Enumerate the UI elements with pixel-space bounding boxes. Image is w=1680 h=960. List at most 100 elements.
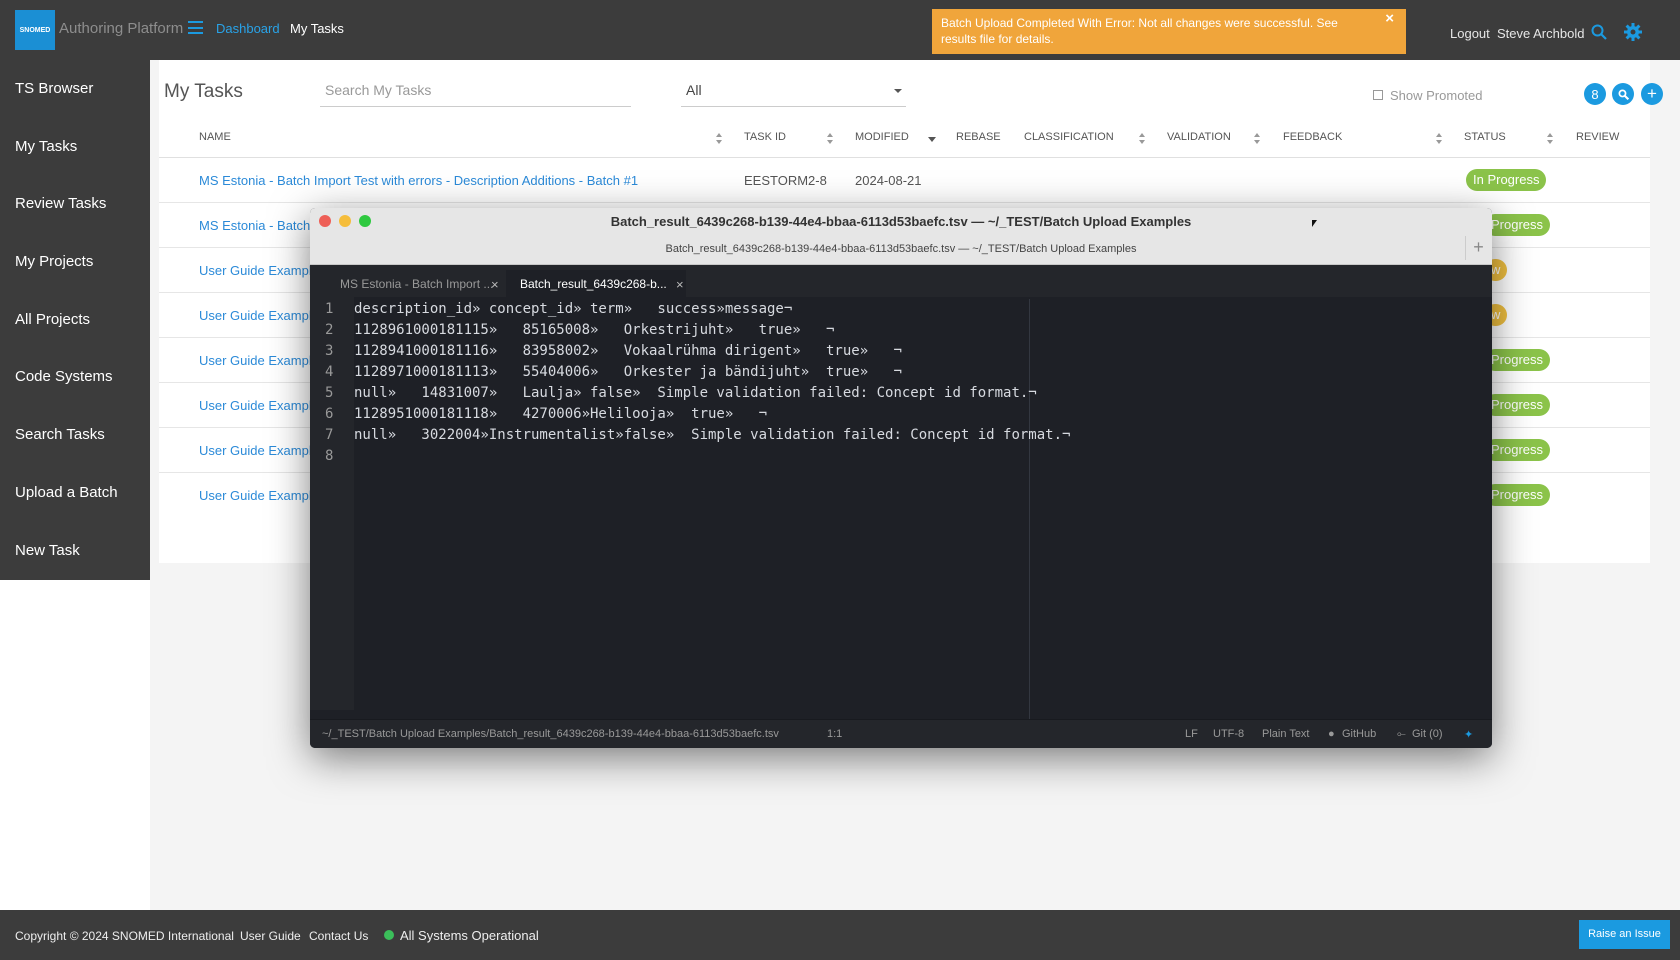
- close-icon[interactable]: ×: [676, 277, 684, 292]
- col-header-review[interactable]: REVIEW: [1576, 131, 1619, 143]
- status-grammar[interactable]: Plain Text: [1262, 728, 1310, 740]
- status-badge: Progress: [1484, 439, 1551, 461]
- status-badge: Progress: [1484, 394, 1551, 416]
- user-guide-link[interactable]: User Guide: [240, 929, 301, 943]
- filter-select[interactable]: All: [681, 77, 906, 107]
- sort-icon[interactable]: [716, 133, 723, 145]
- code-line[interactable]: 1128971000181113» 55404006» Orkester ja …: [354, 364, 902, 380]
- add-task-button[interactable]: +: [1641, 83, 1663, 105]
- snomed-logo[interactable]: SNOMED: [15, 10, 55, 50]
- line-number: 2: [325, 322, 334, 338]
- line-number: 4: [325, 364, 334, 380]
- app-title: Authoring Platform: [59, 20, 184, 37]
- col-header-classification[interactable]: CLASSIFICATION: [1024, 131, 1114, 143]
- sidebar-item-all-projects[interactable]: All Projects: [15, 311, 90, 328]
- line-number-gutter: 1 2 3 4 5 6 7 8: [310, 297, 354, 710]
- col-header-modified[interactable]: MODIFIED: [855, 131, 909, 143]
- task-link[interactable]: User Guide Exampl: [199, 488, 312, 503]
- editor-titlebar[interactable]: Batch_result_6439c268-b139-44e4-bbaa-611…: [310, 208, 1492, 265]
- new-tab-icon[interactable]: +: [1465, 236, 1491, 260]
- code-line[interactable]: 1128951000181118» 4270006»Helilooja» tru…: [354, 406, 767, 422]
- col-header-status[interactable]: STATUS: [1464, 131, 1506, 143]
- code-line[interactable]: 1128961000181115» 85165008» Orkestrijuht…: [354, 322, 834, 338]
- line-number: 6: [325, 406, 334, 422]
- copyright: Copyright © 2024 SNOMED International: [15, 929, 234, 943]
- footer: Copyright © 2024 SNOMED International Us…: [0, 910, 1680, 960]
- search-icon[interactable]: [1591, 24, 1607, 40]
- gear-icon[interactable]: [1624, 23, 1642, 41]
- col-header-task-id[interactable]: TASK ID: [744, 131, 786, 143]
- toast-message: Batch Upload Completed With Error: Not a…: [941, 16, 1338, 46]
- code-line[interactable]: 1128941000181116» 83958002» Vokaalrühma …: [354, 343, 902, 359]
- col-header-validation[interactable]: VALIDATION: [1167, 131, 1231, 143]
- sidebar-item-my-projects[interactable]: My Projects: [15, 253, 93, 270]
- line-number: 1: [325, 301, 334, 317]
- code-line[interactable]: null» 3022004»Instrumentalist»false» Sim…: [354, 427, 1070, 443]
- text-editor-window[interactable]: Batch_result_6439c268-b139-44e4-bbaa-611…: [310, 208, 1492, 748]
- count-badge-button[interactable]: 8: [1584, 83, 1606, 105]
- sort-icon[interactable]: [1436, 133, 1443, 145]
- menu-icon[interactable]: [188, 21, 203, 34]
- line-number: 3: [325, 343, 334, 359]
- raise-issue-button[interactable]: Raise an Issue: [1579, 920, 1670, 949]
- editor-tab-batch-result[interactable]: Batch_result_6439c268-b...: [506, 270, 686, 297]
- col-header-feedback[interactable]: FEEDBACK: [1283, 131, 1342, 143]
- code-line[interactable]: null» 14831007» Laulja» false» Simple va…: [354, 385, 1037, 401]
- task-modified: 2024-08-21: [855, 173, 922, 188]
- sidebar-item-my-tasks[interactable]: My Tasks: [15, 138, 77, 155]
- chevron-down-icon: [894, 89, 902, 93]
- sidebar-item-search-tasks[interactable]: Search Tasks: [15, 426, 105, 443]
- col-header-name[interactable]: NAME: [199, 131, 231, 143]
- task-link[interactable]: MS Estonia - Batch Import Test with erro…: [199, 173, 638, 188]
- editor-tab-ms-estonia[interactable]: MS Estonia - Batch Import ...: [310, 270, 502, 297]
- sidebar-item-ts-browser[interactable]: TS Browser: [15, 80, 93, 97]
- status-github[interactable]: GitHub: [1342, 728, 1376, 740]
- sidebar-blank: [0, 580, 150, 910]
- nav-dashboard-link[interactable]: Dashboard: [216, 21, 280, 36]
- user-name[interactable]: Steve Archbold: [1497, 26, 1584, 41]
- mouse-cursor: [1312, 220, 1317, 227]
- sidebar-item-review-tasks[interactable]: Review Tasks: [15, 195, 106, 212]
- sidebar-item-code-systems[interactable]: Code Systems: [15, 368, 113, 385]
- table-header-divider: [159, 157, 1650, 158]
- status-file-path[interactable]: ~/_TEST/Batch Upload Examples/Batch_resu…: [322, 728, 779, 740]
- contact-link[interactable]: Contact Us: [309, 929, 368, 943]
- editor-status-bar: ~/_TEST/Batch Upload Examples/Batch_resu…: [310, 719, 1492, 748]
- line-number: 5: [325, 385, 334, 401]
- show-promoted-label: Show Promoted: [1390, 88, 1483, 103]
- close-icon[interactable]: ×: [491, 277, 499, 292]
- nav-mytasks-link[interactable]: My Tasks: [290, 21, 344, 36]
- task-link[interactable]: User Guide Exampl: [199, 308, 312, 323]
- task-link[interactable]: User Guide Exampl: [199, 353, 312, 368]
- top-bar: SNOMED Authoring Platform Dashboard My T…: [0, 0, 1680, 60]
- plus-icon: +: [1647, 84, 1657, 103]
- line-number: 8: [325, 448, 334, 464]
- task-link[interactable]: User Guide Exampl: [199, 263, 312, 278]
- close-icon[interactable]: ×: [1385, 11, 1394, 27]
- sort-icon[interactable]: [1139, 133, 1146, 145]
- search-input[interactable]: Search My Tasks: [320, 77, 631, 107]
- system-status[interactable]: All Systems Operational: [400, 928, 539, 943]
- task-link[interactable]: User Guide Exampl: [199, 398, 312, 413]
- show-promoted-checkbox[interactable]: [1373, 90, 1383, 100]
- wrap-guide: [1029, 299, 1030, 719]
- sort-icon[interactable]: [1547, 133, 1554, 145]
- toast-notification: Batch Upload Completed With Error: Not a…: [932, 9, 1406, 54]
- task-link[interactable]: MS Estonia - Batch: [199, 218, 310, 233]
- bird-icon[interactable]: ✦: [1464, 728, 1473, 741]
- sort-desc-icon[interactable]: [928, 137, 936, 142]
- col-header-rebase[interactable]: REBASE: [956, 131, 1001, 143]
- sidebar-item-upload-batch[interactable]: Upload a Batch: [15, 484, 118, 501]
- status-git[interactable]: Git (0): [1412, 728, 1443, 740]
- status-line-ending[interactable]: LF: [1185, 728, 1198, 740]
- sort-icon[interactable]: [1254, 133, 1261, 145]
- task-link[interactable]: User Guide Exampl: [199, 443, 312, 458]
- sort-icon[interactable]: [827, 133, 834, 145]
- status-cursor-position[interactable]: 1:1: [827, 728, 842, 740]
- search-tasks-button[interactable]: [1612, 83, 1634, 105]
- logout-link[interactable]: Logout: [1450, 26, 1490, 41]
- code-line[interactable]: description_id» concept_id» term» succes…: [354, 301, 792, 317]
- line-number: 7: [325, 427, 334, 443]
- status-encoding[interactable]: UTF-8: [1213, 728, 1244, 740]
- sidebar-item-new-task[interactable]: New Task: [15, 542, 80, 559]
